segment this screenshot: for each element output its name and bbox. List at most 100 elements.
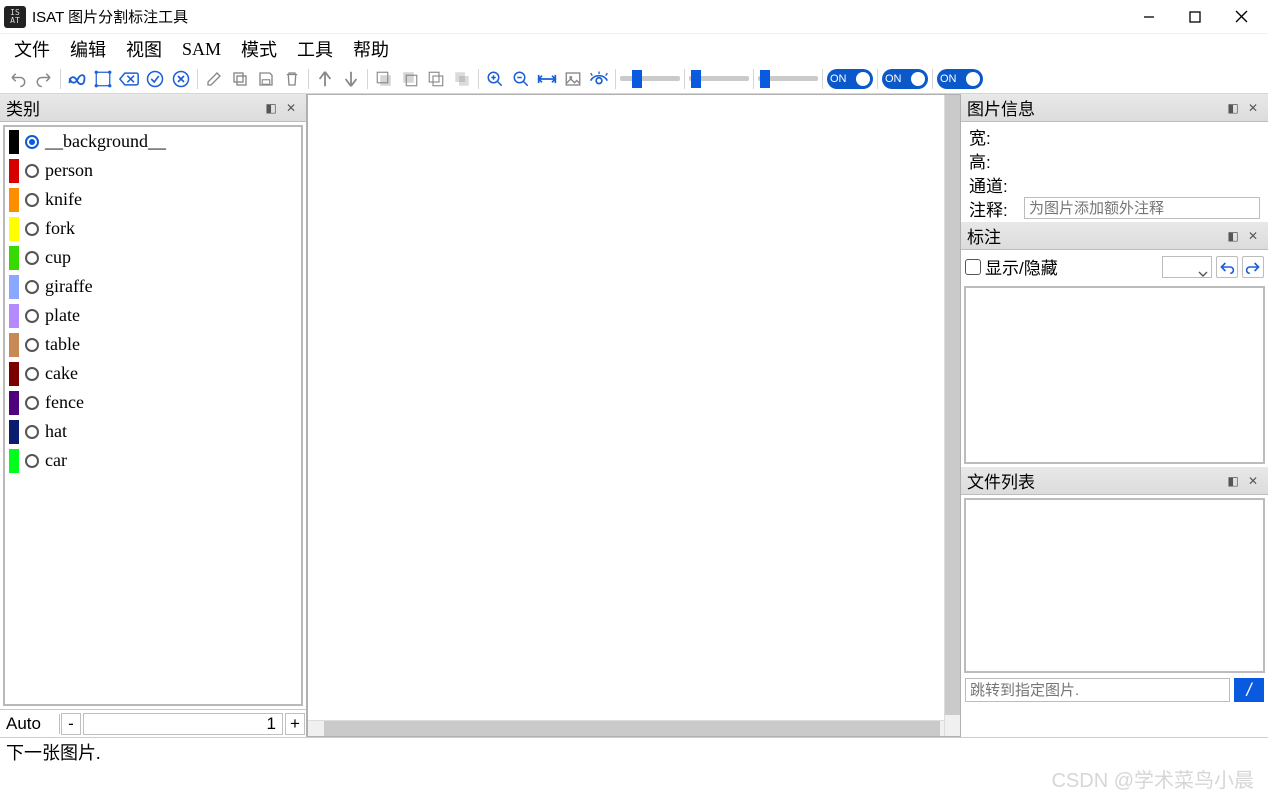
close-button[interactable] [1218,2,1264,32]
color-swatch [9,333,19,357]
close-panel-icon[interactable]: ✕ [1244,472,1262,490]
reject-icon[interactable] [169,67,193,91]
edit-icon[interactable] [202,67,226,91]
slider-3[interactable] [758,67,818,91]
menu-sam[interactable]: SAM [172,36,231,63]
meta-icon[interactable] [65,67,89,91]
delete-icon[interactable] [280,67,304,91]
layer-a-icon[interactable] [372,67,396,91]
category-item[interactable]: person [5,156,301,185]
show-hide-checkbox[interactable] [965,259,981,275]
menu-tools[interactable]: 工具 [287,33,343,65]
canvas-area[interactable] [307,94,961,737]
jump-go-button[interactable]: / [1234,678,1264,702]
category-item[interactable]: fork [5,214,301,243]
category-list[interactable]: __background__person knife forkcup giraffe p… [3,125,303,706]
layer-b-icon[interactable] [398,67,422,91]
dock-icon[interactable]: ◧ [1224,99,1242,117]
menu-mode[interactable]: 模式 [231,33,287,65]
color-swatch [9,246,19,270]
color-swatch [9,159,19,183]
category-radio[interactable] [25,280,39,294]
category-radio[interactable] [25,309,39,323]
increment-button[interactable]: + [285,713,305,735]
slider-1[interactable] [620,67,680,91]
redo-annotation-button[interactable] [1242,256,1264,278]
titlebar: ISAT ISAT 图片分割标注工具 [0,0,1268,34]
category-radio[interactable] [25,222,39,236]
eye-icon[interactable] [587,67,611,91]
polygon-icon[interactable] [91,67,115,91]
close-panel-icon[interactable]: ✕ [1244,99,1262,117]
toggle-3[interactable]: ON [937,69,983,89]
dock-icon[interactable]: ◧ [262,99,280,117]
file-list[interactable] [964,498,1265,673]
redo-icon[interactable] [32,67,56,91]
menu-edit[interactable]: 编辑 [60,33,116,65]
copy-icon[interactable] [228,67,252,91]
minimize-button[interactable] [1126,2,1172,32]
save-icon[interactable] [254,67,278,91]
category-item[interactable]: cup [5,243,301,272]
category-radio[interactable] [25,454,39,468]
toggle-2[interactable]: ON [882,69,928,89]
category-item[interactable]: car [5,446,301,475]
scrollbar-horizontal[interactable] [308,720,944,736]
jump-input[interactable] [965,678,1230,702]
dock-icon[interactable]: ◧ [1224,472,1242,490]
toggle-1[interactable]: ON [827,69,873,89]
up-icon[interactable] [313,67,337,91]
status-text: 下一张图片. [6,739,101,765]
category-label: hat [45,421,67,442]
maximize-button[interactable] [1172,2,1218,32]
category-radio[interactable] [25,135,39,149]
menu-view[interactable]: 视图 [116,33,172,65]
menu-help[interactable]: 帮助 [343,33,399,65]
close-panel-icon[interactable]: ✕ [1244,227,1262,245]
category-radio[interactable] [25,425,39,439]
category-item[interactable]: fence [5,388,301,417]
value-field[interactable]: 1 [83,713,283,735]
category-item[interactable]: giraffe [5,272,301,301]
toolbar: ON ON ON [0,64,1268,94]
category-radio[interactable] [25,193,39,207]
color-swatch [9,362,19,386]
category-radio[interactable] [25,396,39,410]
layer-d-icon[interactable] [450,67,474,91]
height-label: 高: [969,148,1024,173]
mode-label[interactable]: Auto [0,714,60,734]
category-radio[interactable] [25,251,39,265]
scrollbar-vertical[interactable] [944,95,960,736]
zoom-in-icon[interactable] [483,67,507,91]
category-label: giraffe [45,276,93,297]
category-item[interactable]: hat [5,417,301,446]
decrement-button[interactable]: - [61,713,81,735]
show-hide-label: 显示/隐藏 [985,254,1058,279]
accept-icon[interactable] [143,67,167,91]
fit-icon[interactable] [535,67,559,91]
annotation-list[interactable] [964,286,1265,464]
zoom-out-icon[interactable] [509,67,533,91]
category-radio[interactable] [25,367,39,381]
note-input[interactable] [1024,197,1260,219]
backspace-icon[interactable] [117,67,141,91]
color-swatch [9,130,19,154]
category-radio[interactable] [25,164,39,178]
image-icon[interactable] [561,67,585,91]
down-icon[interactable] [339,67,363,91]
category-radio[interactable] [25,338,39,352]
annotation-combo[interactable] [1162,256,1212,278]
menu-file[interactable]: 文件 [4,33,60,65]
undo-icon[interactable] [6,67,30,91]
category-item[interactable]: table [5,330,301,359]
undo-annotation-button[interactable] [1216,256,1238,278]
category-item[interactable]: knife [5,185,301,214]
category-item[interactable]: cake [5,359,301,388]
category-item[interactable]: plate [5,301,301,330]
close-panel-icon[interactable]: ✕ [282,99,300,117]
category-item[interactable]: __background__ [5,127,301,156]
category-label: knife [45,189,82,210]
dock-icon[interactable]: ◧ [1224,227,1242,245]
slider-2[interactable] [689,67,749,91]
layer-c-icon[interactable] [424,67,448,91]
